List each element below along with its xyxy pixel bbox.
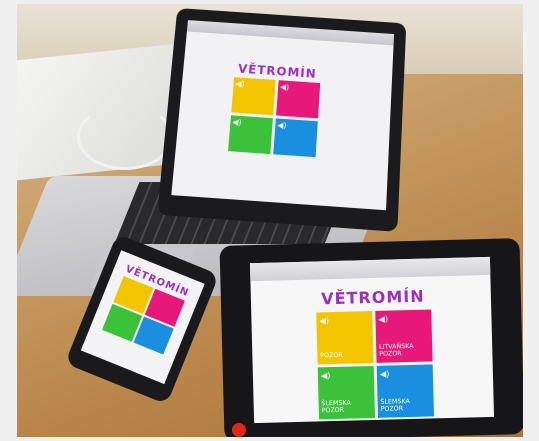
tile-blue[interactable]: ◀) ŠLEMSKA POZOR bbox=[376, 364, 434, 418]
photo: VĚTROMÍN ◀) ◀) ◀) ◀) VĚTROMÍN VĚTROMÍN ◀… bbox=[17, 4, 523, 437]
phone-app: VĚTROMÍN bbox=[98, 262, 193, 356]
tile-yellow[interactable]: ◀) POZOR bbox=[315, 310, 374, 365]
speaker-icon: ◀) bbox=[319, 315, 330, 326]
tile-grid: ◀) POZOR ◀) LITVAŇSKA POZOR ◀) ŠLEMSKA POZ… bbox=[315, 309, 434, 420]
tile-grid: ◀) ◀) ◀) ◀) bbox=[227, 77, 320, 158]
tablet-screen: VĚTROMÍN ◀) POZOR ◀) LITVAŇSKA POZOR ◀) Š… bbox=[249, 256, 495, 424]
speaker-icon: ◀) bbox=[279, 82, 290, 92]
speaker-icon: ◀) bbox=[232, 117, 242, 128]
laptop-lid: VĚTROMÍN ◀) ◀) ◀) ◀) bbox=[157, 8, 407, 232]
tile-label: ŠLEMSKA POZOR bbox=[321, 399, 351, 415]
tablet: VĚTROMÍN ◀) POZOR ◀) LITVAŇSKA POZOR ◀) Š… bbox=[219, 238, 523, 437]
speaker-icon: ◀) bbox=[277, 120, 287, 131]
speaker-icon: ◀) bbox=[379, 368, 390, 379]
tablet-browser-bar bbox=[249, 256, 491, 282]
tile-yellow[interactable]: ◀) bbox=[230, 77, 276, 116]
laptop-screen: VĚTROMÍN ◀) ◀) ◀) ◀) bbox=[171, 20, 395, 211]
speaker-icon: ◀) bbox=[320, 370, 331, 381]
tile-pink[interactable]: ◀) bbox=[275, 80, 320, 119]
tile-label: ŠLEMSKA POZOR bbox=[380, 397, 410, 414]
tile-green[interactable]: ◀) bbox=[227, 115, 273, 155]
white-cable bbox=[77, 104, 173, 170]
tile-blue[interactable]: ◀) bbox=[272, 118, 318, 158]
speaker-icon: ◀) bbox=[378, 313, 389, 324]
app-logo: VĚTROMÍN bbox=[320, 286, 425, 309]
speaker-icon: ◀) bbox=[235, 79, 245, 89]
tile-pink[interactable]: ◀) LITVAŇSKA POZOR bbox=[374, 309, 433, 363]
tile-green[interactable]: ◀) ŠLEMSKA POZOR bbox=[317, 365, 375, 420]
tablet-app: VĚTROMÍN ◀) POZOR ◀) LITVAŇSKA POZOR ◀) Š… bbox=[313, 286, 436, 420]
laptop-browser-bar bbox=[186, 20, 395, 46]
record-dot-icon[interactable] bbox=[232, 423, 246, 437]
laptop-app: VĚTROMÍN ◀) ◀) ◀) ◀) bbox=[226, 62, 322, 158]
tile-label: LITVAŇSKA POZOR bbox=[378, 342, 414, 359]
tile-label: POZOR bbox=[320, 352, 343, 360]
